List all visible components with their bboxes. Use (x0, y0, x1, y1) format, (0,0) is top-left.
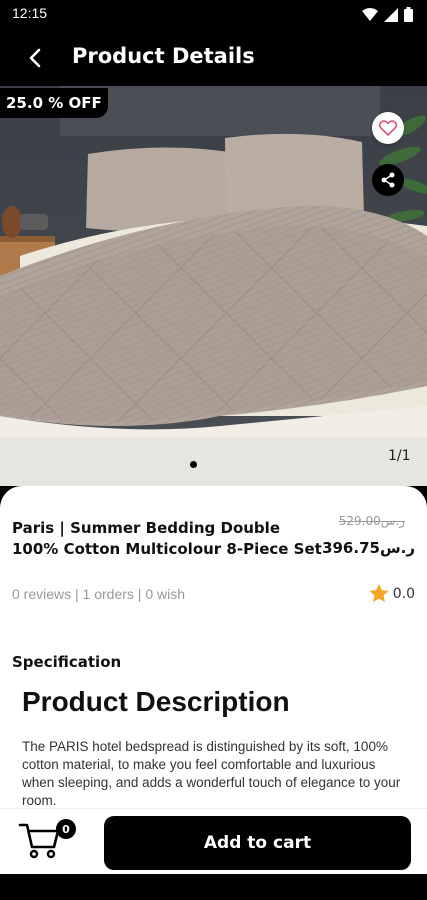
share-button[interactable] (372, 164, 404, 196)
specification-heading: Specification (12, 653, 122, 671)
description-heading: Product Description (22, 686, 290, 717)
old-price: 529.00ر.س (338, 514, 405, 528)
product-image[interactable] (0, 86, 427, 486)
wifi-icon (362, 7, 378, 21)
rating-value: 0.0 (392, 585, 415, 602)
heart-icon (379, 120, 397, 136)
status-bar: 12:15 (0, 0, 427, 30)
add-to-cart-button[interactable]: Add to cart (104, 816, 411, 870)
bottom-bar: 0 Add to cart (0, 808, 427, 874)
signal-icon (384, 7, 398, 22)
star-icon (369, 584, 389, 602)
status-time: 12:15 (12, 5, 48, 21)
image-page-counter: 1/1 (388, 448, 411, 464)
system-nav-bar (0, 874, 427, 900)
description-text: The PARIS hotel bedspread is distinguish… (22, 739, 401, 808)
rating: 0.0 (369, 584, 415, 603)
back-arrow-icon (29, 48, 41, 68)
product-name: Paris | Summer Bedding Double 100% Cotto… (12, 519, 322, 558)
new-price: 396.75ر.س (322, 539, 415, 557)
share-icon (381, 172, 395, 188)
product-photo (0, 86, 427, 486)
back-button[interactable] (20, 43, 50, 73)
status-icons (362, 7, 413, 22)
carousel-dot[interactable] (190, 461, 197, 468)
favorite-button[interactable] (372, 112, 404, 144)
discount-badge: 25.0 % OFF (0, 88, 108, 118)
details-card: Paris | Summer Bedding Double 100% Cotto… (0, 486, 427, 816)
app-bar: Product Details (0, 30, 427, 86)
battery-icon (404, 7, 413, 22)
cart-count-badge: 0 (56, 819, 76, 839)
product-stats: 0 reviews | 1 orders | 0 wish (12, 586, 186, 602)
page-title: Product Details (72, 44, 255, 68)
